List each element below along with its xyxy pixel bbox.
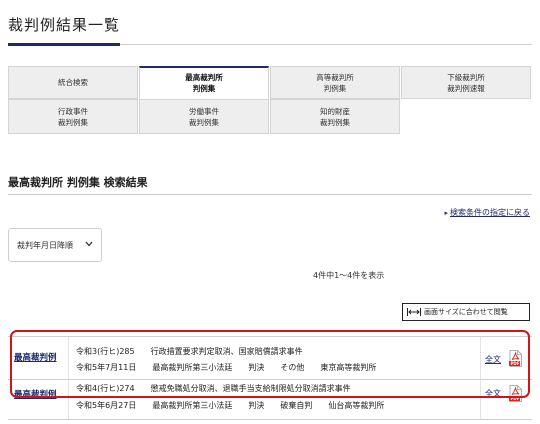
tab-label: 知的財産	[320, 106, 350, 116]
tab-label: 下級裁判所	[447, 72, 485, 82]
case-date-court: 令和5年6月27日 最高裁判所第三小法廷 判決 破棄自判 仙台高等裁判所	[76, 401, 385, 410]
tab-label: 判例集	[192, 84, 216, 93]
tab-label: 裁判例集	[320, 117, 350, 127]
tab-row-2: 行政事件 裁判例集 労働事件 裁判例集 知的財産 裁判例集	[8, 99, 532, 134]
results-table: 最高裁判例 令和3(行ヒ)285 行政措置要求判定取消、国家賠償請求事件 令和5…	[8, 336, 532, 420]
section-divider	[8, 194, 532, 195]
tab-label: 統合検索	[58, 78, 88, 87]
tab-labor[interactable]: 労働事件 裁判例集	[139, 99, 269, 134]
tab-lower-court[interactable]: 下級裁判所 裁判例速報	[401, 66, 531, 99]
section-title: 最高裁判所 判例集 検索結果	[8, 176, 148, 189]
case-title: 令和4(行ヒ)274 懲戒免職処分取消、退職手当支給制限処分取消請求事件	[76, 384, 351, 393]
sort-order-select[interactable]: 裁判年月日降順	[8, 228, 102, 262]
back-to-search-link[interactable]: ▸ 検索条件の指定に戻る	[444, 207, 530, 218]
chevron-down-icon	[85, 240, 93, 249]
tab-row-1: 統合検索 最高裁判所 判例集 高等裁判所 判例集 下級裁判所 裁判例速報	[8, 66, 532, 99]
chevron-right-icon: ▸	[444, 209, 448, 217]
table-row: 最高裁判例 令和3(行ヒ)285 行政措置要求判定取消、国家賠償請求事件 令和5…	[8, 336, 532, 380]
table-row: 最高裁判例 令和4(行ヒ)274 懲戒免職処分取消、退職手当支給制限処分取消請求…	[8, 380, 532, 420]
column-divider	[480, 337, 481, 379]
page-title: 裁判例結果一覧	[8, 16, 121, 34]
fit-screen-button[interactable]: 画面サイズに合わせて閲覧	[402, 303, 530, 321]
tab-label: 裁判例集	[58, 117, 88, 127]
fulltext-link[interactable]: 全文	[485, 354, 501, 365]
tab-supreme-court[interactable]: 最高裁判所 判例集	[139, 66, 269, 99]
tab-integrated-search[interactable]: 統合検索	[8, 66, 138, 99]
fulltext-link[interactable]: 全文	[485, 388, 501, 399]
result-count: 4件中1～4件を表示	[313, 271, 385, 280]
case-title: 令和3(行ヒ)285 行政措置要求判定取消、国家賠償請求事件	[76, 347, 303, 356]
search-type-tabs: 統合検索 最高裁判所 判例集 高等裁判所 判例集 下級裁判所 裁判例速報 行政事…	[8, 66, 532, 134]
case-date-court: 令和5年7月11日 最高裁判所第三小法廷 判決 その他 東京高等裁判所	[76, 363, 377, 372]
tab-high-court[interactable]: 高等裁判所 判例集	[270, 66, 400, 99]
pdf-icon[interactable]: PDF	[509, 350, 522, 367]
tab-label: 行政事件	[58, 106, 88, 116]
column-divider	[480, 380, 481, 419]
sort-selected-value: 裁判年月日降順	[17, 240, 73, 250]
column-divider	[68, 380, 69, 419]
title-accent-bar	[8, 43, 120, 46]
tab-label: 労働事件	[189, 106, 219, 116]
tab-administrative[interactable]: 行政事件 裁判例集	[8, 99, 138, 134]
pdf-icon[interactable]: PDF	[509, 385, 522, 402]
tab-label: 判例集	[323, 83, 347, 93]
court-link[interactable]: 最高裁判例	[14, 351, 57, 363]
tab-intellectual-property[interactable]: 知的財産 裁判例集	[270, 99, 400, 134]
tab-label: 最高裁判所	[185, 73, 223, 82]
tab-label: 高等裁判所	[316, 72, 354, 82]
tab-label: 裁判例集	[189, 117, 219, 127]
column-divider	[68, 337, 69, 379]
tab-label: 裁判例速報	[447, 83, 485, 93]
fit-width-icon	[407, 308, 421, 316]
fit-button-label: 画面サイズに合わせて閲覧	[424, 308, 508, 316]
svg-text:PDF: PDF	[511, 361, 520, 366]
court-link[interactable]: 最高裁判例	[14, 388, 57, 400]
back-link-label: 検索条件の指定に戻る	[450, 208, 530, 217]
svg-text:PDF: PDF	[511, 396, 520, 401]
